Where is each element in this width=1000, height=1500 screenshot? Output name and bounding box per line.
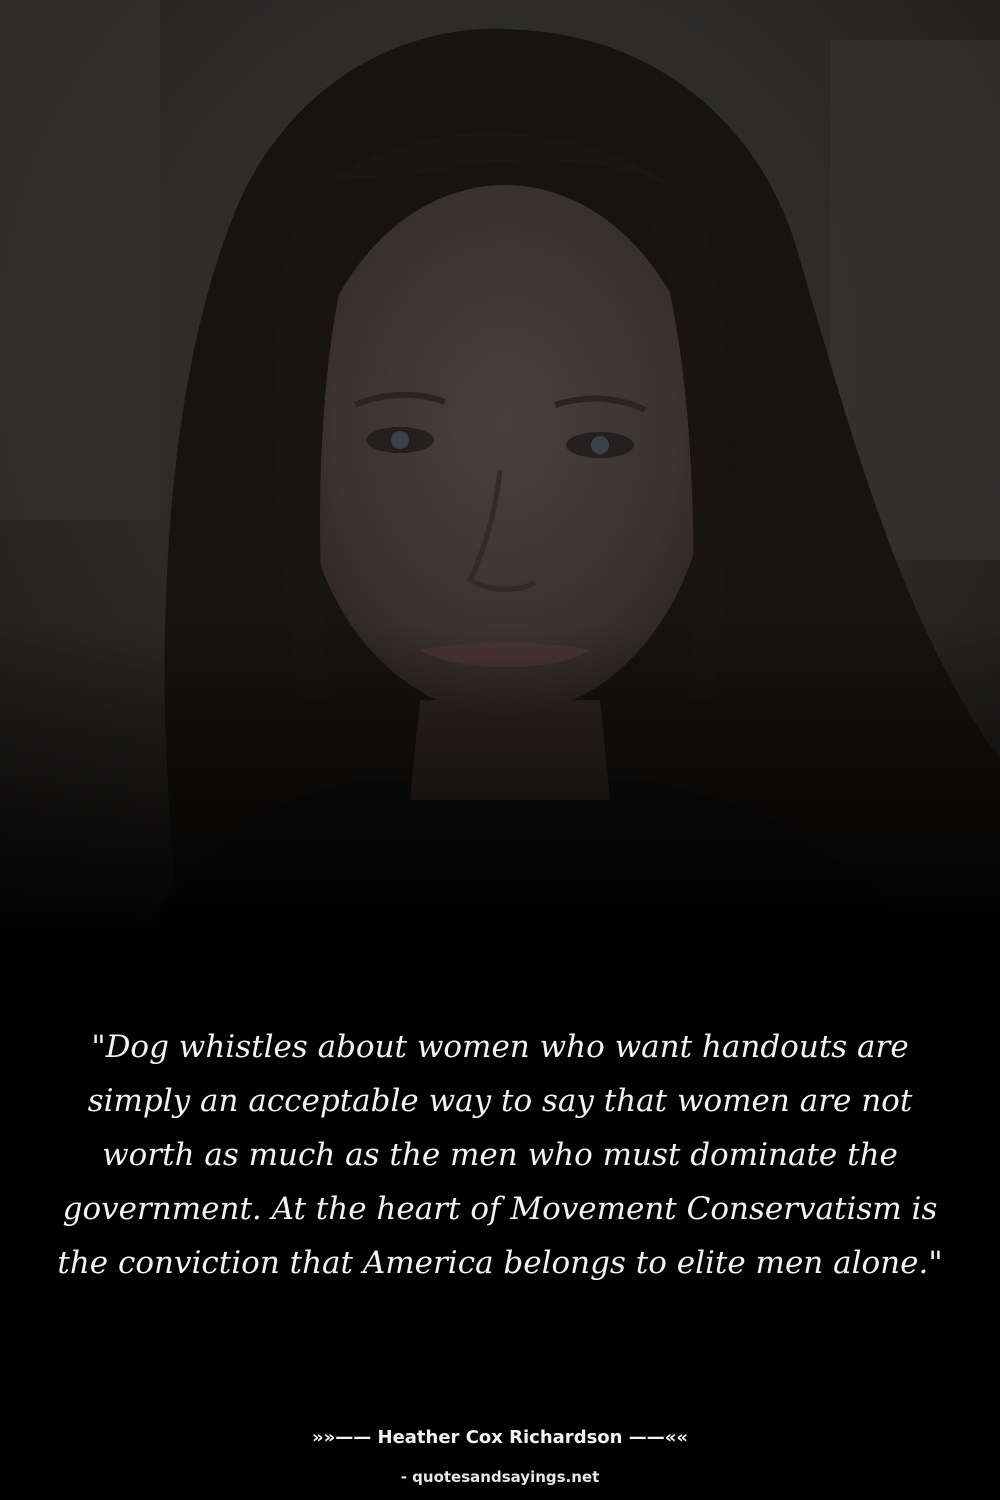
author-attribution: »»—— Heather Cox Richardson ——«« [311, 1427, 688, 1448]
quote-text: "Dog whistles about women who want hando… [57, 1029, 943, 1281]
site-watermark: - quotesandsayings.net [400, 1468, 600, 1486]
quote-card: "Dog whistles about women who want hando… [0, 0, 1000, 1500]
